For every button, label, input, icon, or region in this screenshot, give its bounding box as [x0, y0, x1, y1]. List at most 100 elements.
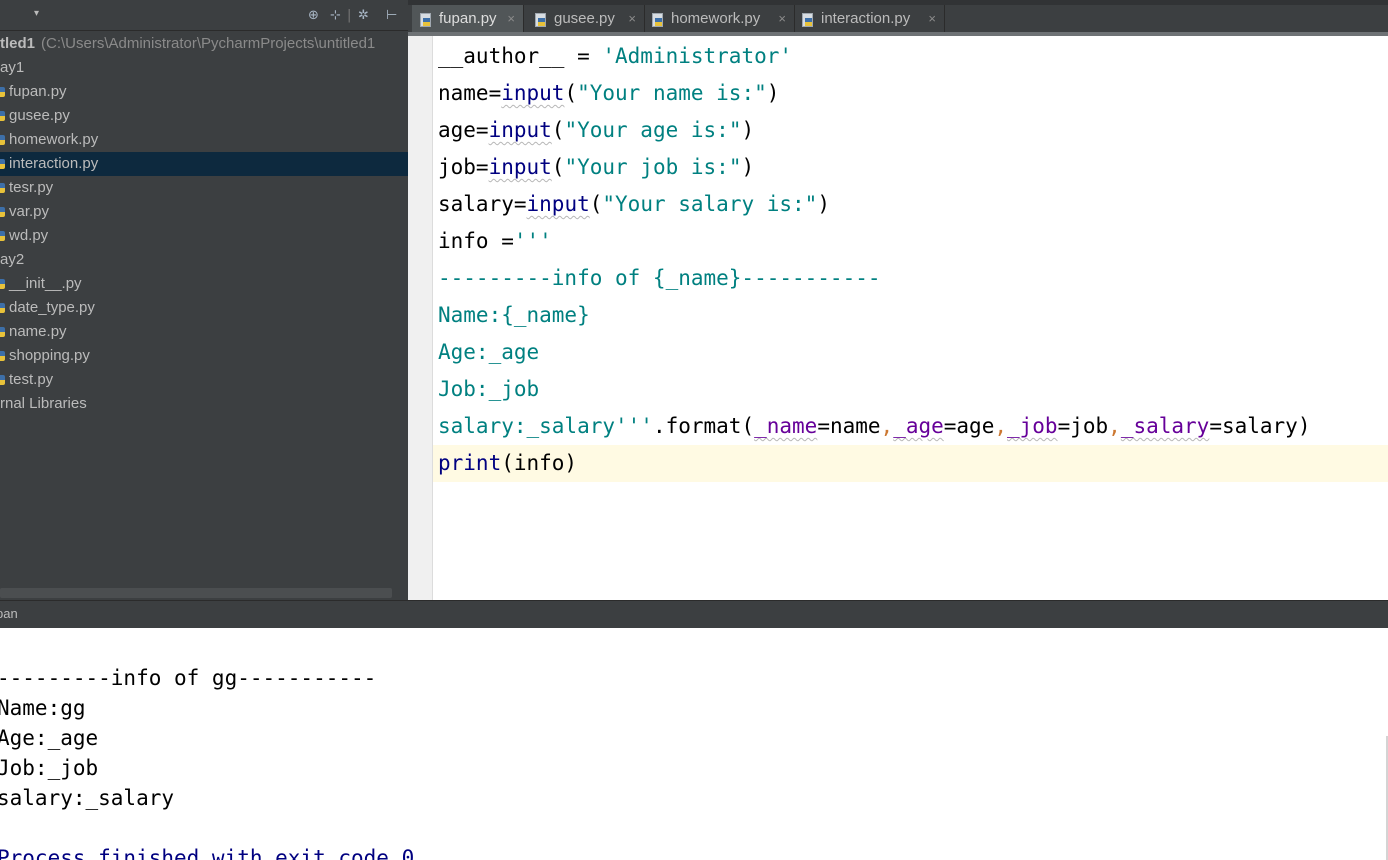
- code-token: ''': [513, 229, 552, 253]
- project-file-item[interactable]: var.py: [0, 200, 408, 224]
- project-path: (C:\Users\Administrator\PycharmProjects\…: [41, 35, 376, 52]
- python-file-icon: [0, 135, 5, 145]
- project-folder-item[interactable]: ay1: [0, 56, 408, 80]
- code-token: ,: [994, 414, 1007, 438]
- python-file-icon: [535, 13, 546, 27]
- project-panel: ▾ ⊕ ⊹ | ✲ ⊢ tled1 (C:\Users\Administrator…: [0, 0, 408, 600]
- code-token: input: [488, 155, 552, 179]
- tree-item-label: shopping.py: [9, 347, 90, 364]
- tree-item-label: gusee.py: [9, 107, 70, 124]
- code-token: (info): [501, 451, 578, 475]
- python-file-icon: [0, 111, 5, 121]
- project-file-item[interactable]: homework.py: [0, 128, 408, 152]
- run-console[interactable]: ---------info of gg----------- Name:gg Age…: [0, 628, 1388, 860]
- editor-tab-bar: fupan.py × gusee.py × homework.py × interactio…: [408, 0, 1388, 36]
- code-token: info =: [438, 229, 514, 253]
- code-token: input: [526, 192, 590, 216]
- python-file-icon: [0, 231, 5, 241]
- close-icon[interactable]: ×: [778, 5, 786, 32]
- code-token: ,: [880, 414, 894, 438]
- python-file-icon: [0, 375, 5, 385]
- console-line: Age:_age: [0, 726, 99, 750]
- code-token: ): [741, 155, 755, 179]
- editor-gutter: [408, 36, 433, 600]
- settings-icon[interactable]: ✲: [358, 8, 369, 23]
- python-file-icon: [802, 13, 813, 27]
- code-token: "Your job is:": [564, 155, 742, 179]
- code-token: print: [438, 451, 502, 475]
- python-file-icon: [420, 13, 431, 27]
- project-view-dropdown[interactable]: ▾: [34, 8, 39, 19]
- run-panel-title: pan: [0, 606, 18, 621]
- project-file-item[interactable]: name.py: [0, 320, 408, 344]
- project-toolbar: ▾ ⊕ ⊹ | ✲ ⊢: [0, 6, 408, 31]
- console-line: salary:_salary: [0, 786, 175, 810]
- tree-item-label: rnal Libraries: [0, 395, 87, 412]
- editor-tab[interactable]: interaction.py ×: [794, 5, 945, 32]
- tab-label: gusee.py: [554, 10, 615, 27]
- project-file-item[interactable]: interaction.py: [0, 152, 408, 176]
- code-token: =job: [1057, 414, 1109, 438]
- code-token: _job: [1007, 414, 1058, 438]
- code-token: =age: [943, 414, 995, 438]
- code-line: salary=input("Your salary is:"): [438, 186, 1388, 223]
- python-file-icon: [0, 351, 5, 361]
- project-scrollbar[interactable]: [0, 588, 392, 598]
- code-token: Job:_job: [438, 377, 540, 401]
- toolbar-divider: |: [347, 8, 352, 23]
- code-token: Age:_age: [438, 340, 540, 364]
- close-icon[interactable]: ×: [928, 5, 936, 32]
- project-file-item[interactable]: wd.py: [0, 224, 408, 248]
- close-icon[interactable]: ×: [628, 5, 636, 32]
- code-token: job=: [438, 155, 489, 179]
- editor-tab[interactable]: gusee.py ×: [527, 5, 645, 32]
- project-folder-item[interactable]: ay2: [0, 248, 408, 272]
- project-file-item[interactable]: test.py: [0, 368, 408, 392]
- tab-label: homework.py: [671, 10, 761, 27]
- project-file-item[interactable]: gusee.py: [0, 104, 408, 128]
- editor-tab[interactable]: homework.py ×: [644, 5, 795, 32]
- collapse-icon[interactable]: ⊹: [330, 8, 341, 23]
- code-token: Name:{_name}: [438, 303, 590, 327]
- code-line: age=input("Your age is:"): [438, 112, 1388, 149]
- code-token: ---------info of {_name}-----------: [438, 266, 881, 290]
- code-token: age=: [438, 118, 489, 142]
- tree-item-label: homework.py: [9, 131, 99, 148]
- code-token: "Your name is:": [577, 81, 767, 105]
- tree-item-label: tled1: [0, 35, 36, 52]
- tab-label: fupan.py: [439, 10, 497, 27]
- project-file-item[interactable]: date_type.py: [0, 296, 408, 320]
- project-file-item[interactable]: tesr.py: [0, 176, 408, 200]
- tree-item-label: test.py: [9, 371, 54, 388]
- code-editor[interactable]: __author__ = 'Administrator' name=input("…: [408, 36, 1388, 600]
- code-line: Job:_job: [438, 371, 1388, 408]
- code-token: ): [766, 81, 780, 105]
- code-token: name=: [438, 81, 502, 105]
- tree-item-label: wd.py: [9, 227, 49, 244]
- code-token: =name: [817, 414, 881, 438]
- code-token: input: [501, 81, 565, 105]
- project-file-item[interactable]: __init__.py: [0, 272, 408, 296]
- project-file-item[interactable]: fupan.py: [0, 80, 408, 104]
- project-folder-item[interactable]: tled1 (C:\Users\Administrator\PycharmProj…: [0, 32, 408, 56]
- project-folder-item[interactable]: rnal Libraries: [0, 392, 408, 416]
- process-exit-line: Process finished with exit code 0: [0, 846, 415, 860]
- tree-item-label: var.py: [9, 203, 50, 220]
- code-token: .format(: [652, 414, 755, 438]
- hide-icon[interactable]: ⊢: [386, 8, 397, 23]
- tree-item-label: fupan.py: [9, 83, 67, 100]
- tree-item-label: name.py: [9, 323, 67, 340]
- tree-item-label: date_type.py: [9, 299, 95, 316]
- code-token: (: [551, 118, 565, 142]
- code-token: "Your salary is:": [602, 192, 818, 216]
- project-file-item[interactable]: shopping.py: [0, 344, 408, 368]
- code-token: _name: [754, 414, 818, 438]
- code-line: Age:_age: [438, 334, 1388, 371]
- close-icon[interactable]: ×: [507, 5, 515, 32]
- editor-tab[interactable]: fupan.py ×: [412, 5, 524, 32]
- code-token: ,: [1108, 414, 1121, 438]
- code-token: __author__ =: [438, 44, 603, 68]
- code-line: print(info): [433, 445, 1388, 482]
- python-file-icon: [0, 183, 5, 193]
- target-icon[interactable]: ⊕: [308, 8, 319, 23]
